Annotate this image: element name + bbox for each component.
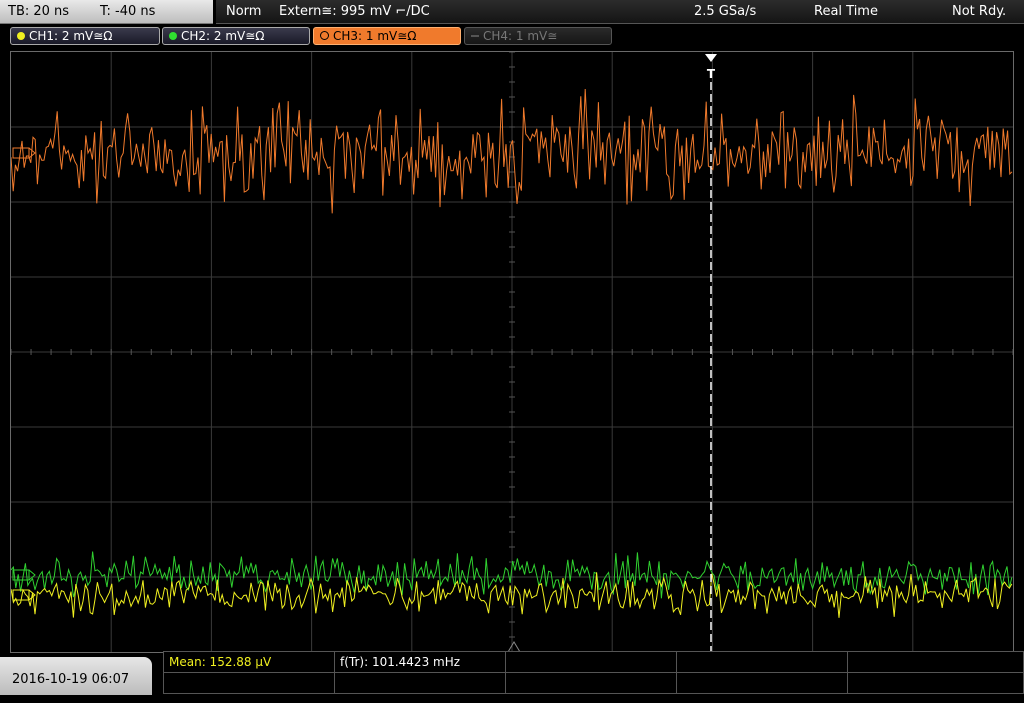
channel-tab-ch4[interactable]: CH4: 1 mV≅ bbox=[464, 27, 612, 45]
channel-tabs: CH1: 2 mV≅Ω CH2: 2 mV≅Ω CH3: 1 mV≅Ω CH4:… bbox=[0, 24, 1024, 48]
ch1-trace bbox=[11, 572, 1013, 618]
measurement-slot-6[interactable] bbox=[163, 672, 335, 694]
trigger-marker-label: T bbox=[707, 67, 716, 81]
ch2-label: CH2: 2 mV≅Ω bbox=[181, 29, 265, 43]
ch2-color-dot-icon bbox=[169, 32, 177, 40]
trigger-mode[interactable]: Norm bbox=[226, 0, 261, 23]
date-time: 2016-10-19 06:07 bbox=[12, 672, 130, 687]
frequency-measurement[interactable]: f(Tr): 101.4423 mHz bbox=[334, 651, 506, 673]
trigger-source[interactable]: Extern≅: 995 mV ⌐/DC bbox=[279, 0, 430, 23]
trigger-arrow-icon[interactable] bbox=[705, 54, 717, 62]
trigger-panel: Norm Extern≅: 995 mV ⌐/DC 2.5 GSa/s Real… bbox=[216, 0, 1024, 24]
measurement-slot-5[interactable] bbox=[847, 651, 1024, 673]
channel-tab-ch3[interactable]: CH3: 1 mV≅Ω bbox=[313, 27, 461, 45]
timebase-panel[interactable]: TB: 20 ns T: -40 ns bbox=[0, 0, 213, 24]
measurement-slot-8[interactable] bbox=[505, 672, 677, 694]
channel-tab-ch1[interactable]: CH1: 2 mV≅Ω bbox=[10, 27, 160, 45]
date-time-panel: 2016-10-19 06:07 bbox=[0, 657, 152, 695]
channel-tab-ch2[interactable]: CH2: 2 mV≅Ω bbox=[162, 27, 310, 45]
waveform-canvas: T bbox=[11, 52, 1013, 652]
measurement-slot-9[interactable] bbox=[676, 672, 848, 694]
measurement-slot-7[interactable] bbox=[334, 672, 506, 694]
acquisition-mode[interactable]: Real Time bbox=[814, 0, 878, 23]
ch4-off-icon bbox=[471, 35, 479, 37]
measurement-panel[interactable]: Mean: 152.88 µV f(Tr): 101.4423 mHz bbox=[163, 651, 1024, 695]
waveform-display[interactable]: T bbox=[10, 51, 1014, 653]
ch1-label: CH1: 2 mV≅Ω bbox=[29, 29, 113, 43]
measurement-slot-10[interactable] bbox=[847, 672, 1024, 694]
ch1-color-dot-icon bbox=[17, 32, 25, 40]
ch4-label: CH4: 1 mV≅ bbox=[483, 29, 558, 43]
timebase-readout[interactable]: TB: 20 ns bbox=[8, 0, 69, 23]
ch3-label: CH3: 1 mV≅Ω bbox=[333, 29, 417, 43]
trigger-time-readout[interactable]: T: -40 ns bbox=[100, 0, 155, 23]
sample-rate: 2.5 GSa/s bbox=[694, 4, 757, 19]
ch3-color-dot-icon bbox=[320, 31, 329, 40]
mean-measurement[interactable]: Mean: 152.88 µV bbox=[163, 651, 335, 673]
status-bar: TB: 20 ns T: -40 ns Norm Extern≅: 995 mV… bbox=[0, 0, 1024, 24]
acquisition-state: Not Rdy. bbox=[952, 4, 1007, 19]
measurement-slot-4[interactable] bbox=[676, 651, 848, 673]
measurement-slot-3[interactable] bbox=[505, 651, 677, 673]
